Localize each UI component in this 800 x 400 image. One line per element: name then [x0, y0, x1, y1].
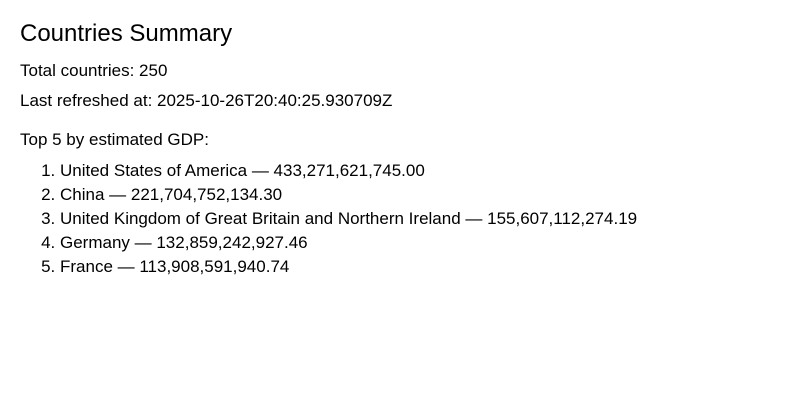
- list-item: Germany — 132,859,242,927.46: [60, 231, 780, 255]
- top-gdp-list: United States of America — 433,271,621,7…: [20, 159, 780, 279]
- total-countries: Total countries: 250: [20, 61, 168, 80]
- list-item: United States of America — 433,271,621,7…: [60, 159, 780, 183]
- list-item: France — 113,908,591,940.74: [60, 255, 780, 279]
- list-item: China — 221,704,752,134.30: [60, 183, 780, 207]
- top-gdp-heading: Top 5 by estimated GDP:: [20, 130, 209, 149]
- page: Countries Summary Total countries: 250 L…: [0, 0, 800, 400]
- list-item: United Kingdom of Great Britain and Nort…: [60, 207, 780, 231]
- page-title: Countries Summary: [20, 20, 233, 47]
- last-refreshed: Last refreshed at: 2025-10-26T20:40:25.9…: [20, 91, 393, 110]
